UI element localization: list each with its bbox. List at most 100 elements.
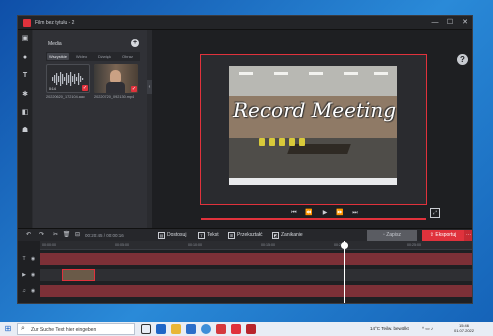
store-icon[interactable] (186, 324, 196, 334)
weather-status[interactable]: 14°C Teilw. bewölkt (370, 326, 409, 331)
check-icon: ✓ (131, 86, 137, 92)
task-view-icon[interactable] (141, 324, 151, 334)
media-filename: 20220620_172104.aac (46, 95, 85, 99)
media-duration: 0:14 (49, 87, 56, 91)
play-icon[interactable]: ▶ (320, 208, 330, 218)
media-item-audio[interactable]: 0:14 ✓ (46, 64, 90, 93)
title-bar: Film bez tytułu - 2 — ☐ ✕ (18, 16, 472, 30)
media-label: Media (48, 41, 62, 47)
fullscreen-icon[interactable]: ⤢ (430, 208, 440, 218)
tray-icons[interactable]: ^ ▭ ♪ (422, 326, 433, 332)
forward-icon[interactable]: ⏩ (335, 208, 345, 218)
ceiling-lamp (274, 72, 288, 75)
cut-icon[interactable]: ✂ (51, 231, 60, 240)
search-icon: ⌕ (21, 325, 25, 332)
video-clip[interactable] (62, 269, 95, 281)
timecode: 00:20:45 / 00:00:16 (85, 233, 124, 238)
app-icon-1[interactable] (216, 324, 226, 334)
edge-icon[interactable] (156, 324, 166, 334)
media-item-video[interactable]: ✓ (94, 64, 138, 93)
tick-label: 00:00:00 (42, 243, 56, 247)
media-panel: Media + Wszystkie Wideo Dźwięk Obraz 0:1… (33, 30, 147, 228)
skip-start-icon[interactable]: ⏮ (289, 208, 299, 218)
text-icon[interactable]: T (21, 72, 29, 80)
time-ruler[interactable]: 00:00:00 00:05:00 00:10:00 00:15:00 00:2… (40, 241, 472, 250)
windows-taskbar: ⊞ ⌕ Zur Suche Text hier eingeben 14°C Te… (0, 322, 493, 336)
preview-canvas[interactable]: Record Meeting (200, 54, 428, 220)
export-more-button[interactable]: ··· (464, 230, 472, 241)
split-icon[interactable]: ⊟ (73, 231, 82, 240)
video-taskbar (229, 178, 397, 185)
edit-toolbar: ↶ ↷ ✂ 🗑 ⊟ 00:20:45 / 00:00:16 ▤ Dostosuj … (18, 228, 472, 241)
tab-video[interactable]: Wideo (71, 53, 92, 60)
redo-icon[interactable]: ↷ (37, 231, 46, 240)
audio-track-controls: ♫ ◉ (18, 285, 40, 297)
tick-label: 00:25:00 (407, 243, 421, 247)
video-track[interactable] (40, 269, 472, 281)
skip-end-icon[interactable]: ⏭ (350, 208, 360, 218)
stickers-icon[interactable]: ☗ (21, 127, 29, 135)
meeting-table (287, 144, 351, 154)
text-button[interactable]: T Tekst (198, 231, 219, 240)
window-title: Film bez tytułu - 2 (35, 20, 75, 26)
help-icon[interactable]: ? (457, 54, 468, 65)
visibility-icon[interactable]: ◉ (29, 255, 37, 263)
overlay-title[interactable]: Record Meeting (201, 98, 428, 122)
windows-start-icon[interactable]: ⊞ (3, 324, 13, 334)
transform-label: Przekształć (237, 232, 263, 238)
audio-icon[interactable]: ● (21, 54, 29, 62)
person-shoulders (106, 82, 125, 93)
media-tabs: Wszystkie Wideo Dźwięk Obraz (46, 52, 140, 61)
add-media-button[interactable]: + (131, 39, 139, 47)
fade-label: Zanikanie (281, 232, 303, 238)
app-icon-2[interactable] (231, 324, 241, 334)
chair (289, 138, 295, 146)
taskbar-search[interactable]: ⌕ Zur Suche Text hier eingeben (17, 323, 135, 335)
text-track[interactable] (40, 253, 472, 265)
text-label: Tekst (207, 232, 219, 238)
close-button[interactable]: ✕ (458, 17, 472, 29)
preview-progress[interactable] (201, 218, 426, 220)
adjust-label: Dostosuj (167, 232, 187, 238)
text-track-controls: T ◉ (18, 253, 40, 265)
playhead[interactable] (344, 241, 345, 303)
save-button[interactable]: ▫ Zapisz (367, 230, 417, 241)
ceiling-lamp (374, 72, 388, 75)
visibility-icon[interactable]: ◉ (29, 271, 37, 279)
chair (269, 138, 275, 146)
check-icon: ✓ (82, 85, 88, 91)
side-rail: ▣ ● T ✱ ◧ ☗ (18, 30, 32, 228)
tab-all[interactable]: Wszystkie (47, 53, 69, 60)
undo-icon[interactable]: ↶ (24, 231, 33, 240)
tick-label: 00:10:00 (188, 243, 202, 247)
export-button[interactable]: ⇪ Eksportuj (422, 230, 464, 241)
fade-button[interactable]: ◩ Zanikanie (272, 231, 303, 240)
fade-icon: ◩ (272, 232, 279, 239)
minimize-button[interactable]: — (428, 17, 442, 29)
transitions-icon[interactable]: ◧ (21, 109, 29, 117)
file-explorer-icon[interactable] (171, 324, 181, 334)
tab-audio[interactable]: Dźwięk (94, 53, 115, 60)
text-tool-icon: T (198, 232, 205, 239)
tab-image[interactable]: Obraz (117, 53, 138, 60)
effects-icon[interactable]: ✱ (21, 91, 29, 99)
waveform-icon (52, 72, 84, 86)
timeline: 00:00:00 00:05:00 00:10:00 00:15:00 00:2… (18, 241, 472, 303)
system-clock[interactable]: 15:46 01.07.2022 (445, 323, 483, 333)
audio-track[interactable] (40, 285, 472, 297)
app-icon-3[interactable] (246, 324, 256, 334)
rewind-icon[interactable]: ⏪ (304, 208, 314, 218)
media-icon[interactable]: ▣ (21, 35, 29, 43)
visibility-icon[interactable]: ◉ (29, 287, 37, 295)
chair (279, 138, 285, 146)
adjust-button[interactable]: ▤ Dostosuj (158, 231, 186, 240)
browser-icon[interactable] (201, 324, 211, 334)
transform-button[interactable]: ⊞ Przekształć (228, 231, 263, 240)
ceiling-lamp (344, 72, 358, 75)
transform-icon: ⊞ (228, 232, 235, 239)
search-placeholder: Zur Suche Text hier eingeben (31, 327, 97, 333)
maximize-button[interactable]: ☐ (443, 17, 457, 29)
playhead-handle[interactable] (341, 242, 348, 249)
delete-icon[interactable]: 🗑 (62, 231, 71, 240)
audio-track-icon: ♫ (22, 288, 26, 294)
